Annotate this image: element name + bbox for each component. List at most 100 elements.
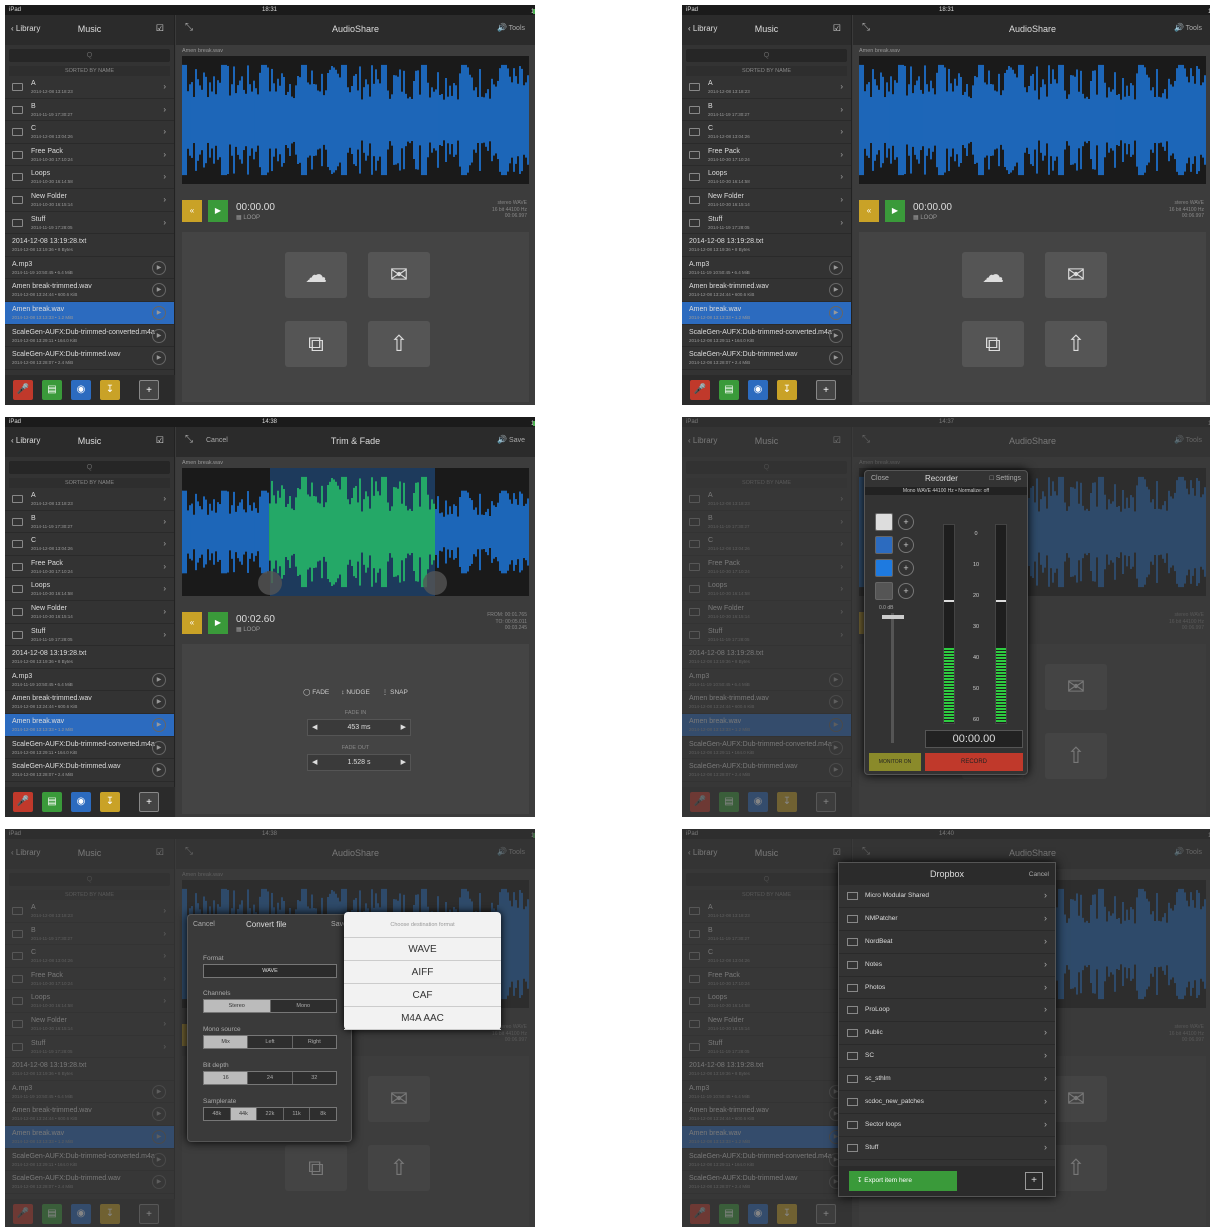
copy-button[interactable]: ⧉ (962, 321, 1024, 367)
segment-option[interactable]: Stereo (204, 1000, 270, 1012)
file-row[interactable]: A.mp3 2014-11-19 10:50:45 • 6.4 MiB ▶ (5, 669, 174, 692)
email-button[interactable]: ✉ (1045, 664, 1107, 710)
folder-row[interactable]: Free Pack2014-10-30 17:10:24 › (682, 556, 851, 579)
file-row[interactable]: ScaleGen-AUFX:Dub-trimmed-converted.m4a 2… (682, 325, 851, 348)
segment-option[interactable]: Left (247, 1036, 292, 1048)
preview-play-icon[interactable]: ▶ (829, 328, 843, 343)
preview-play-icon[interactable]: ▶ (829, 260, 843, 275)
format-option[interactable]: WAVE (344, 938, 501, 961)
file-row[interactable]: ScaleGen-AUFX:Dub-trimmed.wav 2014-12-08 … (5, 347, 174, 370)
file-row[interactable]: 2014-12-08 13:19:28.txt 2014-12-08 13:19:… (5, 646, 174, 669)
folder-row[interactable]: C2014-12-08 13:04:26› (682, 121, 851, 144)
segment-option[interactable]: 22k (256, 1108, 283, 1120)
folder-row[interactable]: Free Pack2014-10-30 17:10:24 › (5, 556, 174, 579)
folder-row[interactable]: Stuff2014-11-19 17:28:05› (682, 1036, 851, 1059)
select-checkbox-icon[interactable]: ☑ (833, 23, 841, 34)
folder-row[interactable]: B2014-11-19 17:30:27› (682, 99, 851, 122)
decrease-icon[interactable]: ◀ (312, 755, 317, 770)
new-folder-button[interactable]: + (139, 1204, 159, 1224)
preview-play-icon[interactable]: ▶ (829, 763, 843, 778)
record-mic-button[interactable]: 🎤 (13, 1204, 33, 1224)
cancel-button[interactable]: Cancel (193, 921, 215, 928)
loop-toggle[interactable]: ▦ LOOP (236, 214, 260, 221)
preview-play-icon[interactable]: ▶ (152, 672, 166, 687)
preview-play-icon[interactable]: ▶ (829, 740, 843, 755)
close-button[interactable]: Close (871, 475, 889, 482)
search-input[interactable]: Q (686, 461, 847, 474)
import-button[interactable]: ↧ (100, 792, 120, 812)
folder-row[interactable]: B2014-11-19 17:30:27› (5, 99, 174, 122)
folder-row[interactable]: A 2014-12-08 13:18:23 › (5, 76, 174, 99)
folder-row[interactable]: Loops2014-10-30 16:14:58 › (5, 990, 174, 1013)
preview-play-icon[interactable]: ▶ (152, 1107, 166, 1122)
dropbox-folder-row[interactable]: Stuff › (839, 1137, 1055, 1160)
rewind-button[interactable]: « (182, 200, 202, 222)
folder-row[interactable]: Stuff2014-11-19 17:28:05› (5, 212, 174, 235)
clipboard-button[interactable]: ▤ (42, 792, 62, 812)
folder-row[interactable]: A 2014-12-08 13:18:23 › (682, 76, 851, 99)
segment-option[interactable]: Right (291, 1036, 336, 1048)
folder-row[interactable]: A 2014-12-08 13:18:23 › (5, 900, 174, 923)
record-mic-button[interactable]: 🎤 (13, 380, 33, 400)
folder-row[interactable]: C2014-12-08 13:04:26› (682, 945, 851, 968)
file-row[interactable]: ScaleGen-AUFX:Dub-trimmed-converted.m4a 2… (5, 737, 174, 760)
dropbox-folder-row[interactable]: Public › (839, 1022, 1055, 1046)
import-button[interactable]: ↧ (777, 792, 797, 812)
segment-option[interactable]: Mono (269, 1000, 336, 1012)
increase-icon[interactable]: ▶ (401, 720, 406, 735)
file-row[interactable]: Amen break-trimmed.wav 2014-12-08 13:24:4… (682, 691, 851, 714)
cancel-button[interactable]: Cancel (1029, 871, 1049, 878)
file-row[interactable]: 2014-12-08 13:19:28.txt 2014-12-08 13:19:… (5, 1058, 174, 1081)
new-folder-button[interactable]: + (139, 792, 159, 812)
segment-option[interactable]: 11k (282, 1108, 310, 1120)
preview-play-icon[interactable]: ▶ (829, 672, 843, 687)
web-globe-button[interactable]: ◉ (71, 792, 91, 812)
folder-row[interactable]: B2014-11-19 17:30:27› (682, 923, 851, 946)
search-input[interactable]: Q (9, 49, 170, 62)
file-row[interactable]: Amen break-trimmed.wav 2014-12-08 13:24:4… (682, 1103, 851, 1126)
folder-row[interactable]: B2014-11-19 17:30:27› (5, 511, 174, 534)
segment-option[interactable]: 48k (204, 1108, 230, 1120)
file-row[interactable]: ScaleGen-AUFX:Dub-trimmed-converted.m4a 2… (682, 1149, 851, 1172)
audiobus-input-icon[interactable] (875, 536, 893, 554)
settings-button[interactable]: □ Settings (990, 475, 1021, 482)
folder-row[interactable]: C2014-12-08 13:04:26› (682, 533, 851, 556)
preview-play-icon[interactable]: ▶ (152, 351, 166, 366)
import-button[interactable]: ↧ (777, 1204, 797, 1224)
add-source-icon[interactable]: + (898, 537, 914, 553)
file-row[interactable]: ScaleGen-AUFX:Dub-trimmed.wav 2014-12-08 … (5, 759, 174, 782)
search-input[interactable]: Q (9, 461, 170, 474)
add-source-icon[interactable]: + (898, 560, 914, 576)
tools-button[interactable]: Tools (509, 849, 525, 856)
rewind-button[interactable]: « (859, 200, 879, 222)
sort-label[interactable]: SORTED BY NAME (9, 66, 170, 76)
segment-option[interactable]: 8k (309, 1108, 336, 1120)
file-row[interactable]: Amen break-trimmed.wav 2014-12-08 13:24:4… (5, 1103, 174, 1126)
format-select[interactable]: WAVE (203, 964, 337, 978)
dropbox-folder-row[interactable]: scdoc_new_patches › (839, 1091, 1055, 1114)
search-input[interactable]: Q (686, 49, 847, 62)
waveform-view[interactable] (181, 468, 529, 596)
waveform-view[interactable] (181, 56, 529, 184)
preview-play-icon[interactable]: ▶ (152, 740, 166, 755)
clipboard-button[interactable]: ▤ (719, 380, 739, 400)
folder-row[interactable]: Loops2014-10-30 16:14:58 › (5, 578, 174, 601)
sort-label[interactable]: SORTED BY NAME (9, 890, 170, 900)
share-button[interactable]: ⇧ (368, 1145, 430, 1191)
clipboard-button[interactable]: ▤ (42, 380, 62, 400)
mode-fade-button[interactable]: ◯ FADE (303, 689, 329, 696)
folder-row[interactable]: C2014-12-08 13:04:26› (5, 945, 174, 968)
preview-play-icon[interactable]: ▶ (152, 1152, 166, 1167)
new-folder-button[interactable]: + (816, 380, 836, 400)
record-mic-button[interactable]: 🎤 (690, 792, 710, 812)
dropbox-folder-row[interactable]: ProLoop › (839, 999, 1055, 1023)
record-mic-button[interactable]: 🎤 (13, 792, 33, 812)
folder-row[interactable]: Loops2014-10-30 16:14:58 › (682, 578, 851, 601)
file-row[interactable]: 2014-12-08 13:19:28.txt 2014-12-08 13:19:… (682, 1058, 851, 1081)
export-here-button[interactable]: ↧ Export item here (849, 1171, 957, 1191)
sort-label[interactable]: SORTED BY NAME (9, 478, 170, 488)
file-row[interactable]: Amen break.wav 2014-12-08 13:13:33 • 1.2 … (5, 1125, 174, 1149)
fade-out-stepper[interactable]: ◀ 1.528 s ▶ (307, 754, 411, 771)
cloud-upload-button[interactable]: ☁ (285, 252, 347, 298)
email-button[interactable]: ✉ (368, 1076, 430, 1122)
